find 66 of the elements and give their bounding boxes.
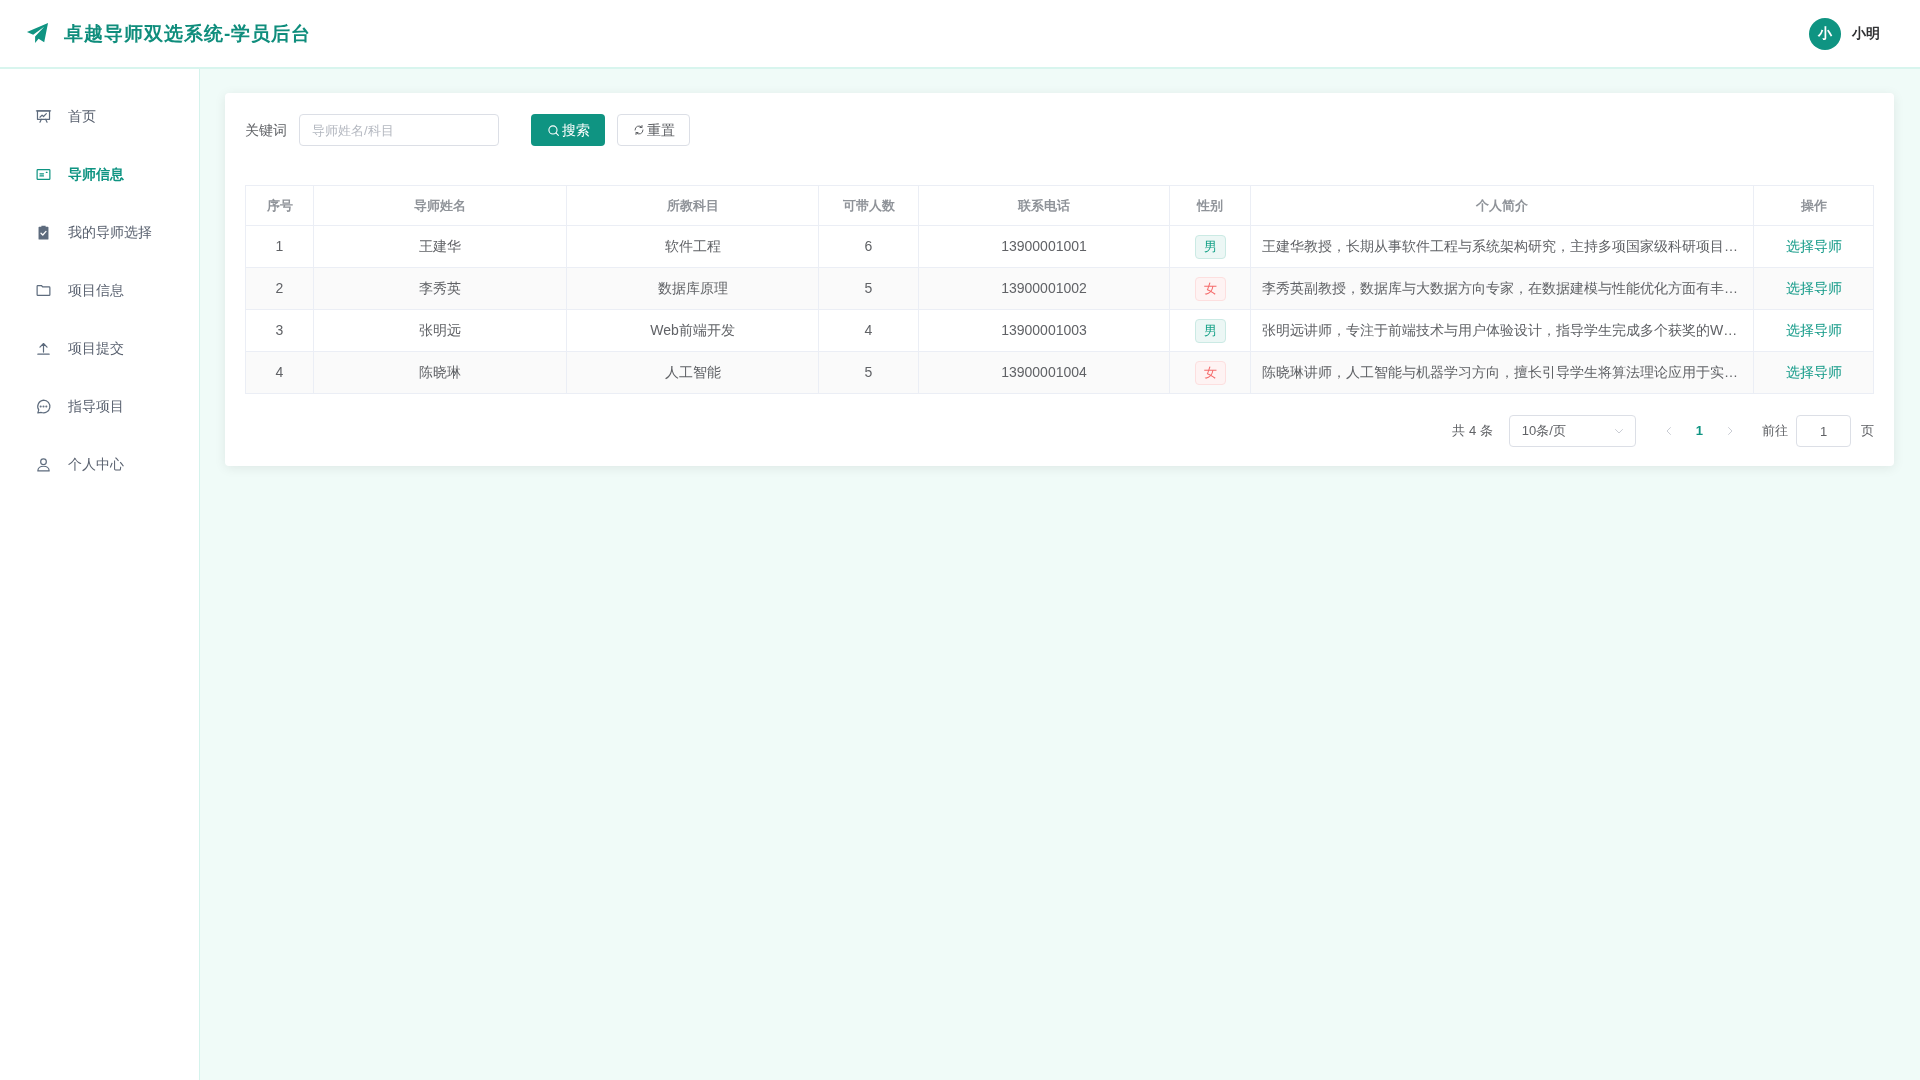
search-button[interactable]: 搜索 <box>531 114 605 146</box>
sidebar-item[interactable]: 首页 <box>35 105 96 127</box>
table-cell: 13900001003 <box>918 309 1170 352</box>
table-cell: 5 <box>818 267 919 310</box>
table-cell: 张明远讲师，专注于前端技术与用户体验设计，指导学生完成多个获奖的W… <box>1250 309 1754 352</box>
sidebar-item[interactable]: 导师信息 <box>35 163 124 185</box>
paper-plane-icon <box>26 22 49 45</box>
table-cell: 6 <box>818 225 919 268</box>
table-cell: 软件工程 <box>566 225 819 268</box>
page-number-button[interactable]: 1 <box>1695 421 1703 441</box>
table-cell: 4 <box>818 309 919 352</box>
user-icon <box>35 455 52 473</box>
total-count-label: 共 4 条 <box>1452 422 1493 441</box>
keyword-label: 关键词 <box>245 120 287 140</box>
table-cell: 3 <box>245 309 314 352</box>
column-header: 个人简介 <box>1250 185 1754 226</box>
sidebar-item[interactable]: 项目信息 <box>35 279 124 301</box>
page-size-select[interactable]: 10条/页 <box>1508 415 1636 447</box>
table-cell: 13900001004 <box>918 351 1170 394</box>
table-cell: 李秀英副教授，数据库与大数据方向专家，在数据建模与性能优化方面有丰… <box>1250 267 1754 310</box>
user-name[interactable]: 小明 <box>1852 23 1880 44</box>
table-cell: 2 <box>245 267 314 310</box>
column-header: 操作 <box>1753 185 1874 226</box>
keyword-input[interactable]: 导师姓名/科目 <box>299 114 499 146</box>
table-cell: 陈晓琳讲师，人工智能与机器学习方向，擅长引导学生将算法理论应用于实… <box>1250 351 1754 394</box>
select-tutor-link[interactable]: 选择导师 <box>1753 309 1874 352</box>
table-cell: 王建华教授，长期从事软件工程与系统架构研究，主持多项国家级科研项目… <box>1250 225 1754 268</box>
app-title: 卓越导师双选系统-学员后台 <box>64 22 312 47</box>
gender-tag: 女 <box>1194 360 1226 385</box>
gender-tag: 女 <box>1194 276 1226 301</box>
sidebar-item[interactable]: 指导项目 <box>35 395 124 417</box>
search-icon <box>546 123 560 137</box>
chart-board-icon <box>35 107 52 125</box>
column-header: 可带人数 <box>818 185 919 226</box>
select-tutor-link[interactable]: 选择导师 <box>1753 225 1874 268</box>
select-tutor-link[interactable]: 选择导师 <box>1753 267 1874 310</box>
column-header: 序号 <box>245 185 314 226</box>
table-cell: 13900001002 <box>918 267 1170 310</box>
table-cell: 李秀英 <box>313 267 567 310</box>
table-cell: 陈晓琳 <box>313 351 567 394</box>
gender-tag: 男 <box>1194 234 1226 259</box>
table-cell: 13900001001 <box>918 225 1170 268</box>
table-cell: 4 <box>245 351 314 394</box>
sidebar-item[interactable]: 我的导师选择 <box>35 221 152 243</box>
table-cell: 5 <box>818 351 919 394</box>
table-cell: Web前端开发 <box>566 309 819 352</box>
table-cell: 王建华 <box>313 225 567 268</box>
column-header: 所教科目 <box>566 185 819 226</box>
column-header: 导师姓名 <box>313 185 567 226</box>
goto-page-input[interactable]: 1 <box>1796 415 1851 447</box>
page-suffix-label: 页 <box>1861 422 1874 441</box>
select-tutor-link[interactable]: 选择导师 <box>1753 351 1874 394</box>
sidebar-item[interactable]: 个人中心 <box>35 453 124 475</box>
table-cell: 人工智能 <box>566 351 819 394</box>
table-cell: 1 <box>245 225 314 268</box>
gender-tag: 男 <box>1194 318 1226 343</box>
reset-button[interactable]: 重置 <box>617 114 690 146</box>
goto-label: 前往 <box>1762 422 1788 441</box>
refresh-icon <box>632 124 645 136</box>
table-cell: 数据库原理 <box>566 267 819 310</box>
table-cell: 张明远 <box>313 309 567 352</box>
user-avatar[interactable]: 小 <box>1809 17 1841 50</box>
chat-bubble-icon <box>35 397 52 415</box>
column-header: 联系电话 <box>918 185 1170 226</box>
column-header: 性别 <box>1169 185 1251 226</box>
sidebar-item[interactable]: 项目提交 <box>35 337 124 359</box>
